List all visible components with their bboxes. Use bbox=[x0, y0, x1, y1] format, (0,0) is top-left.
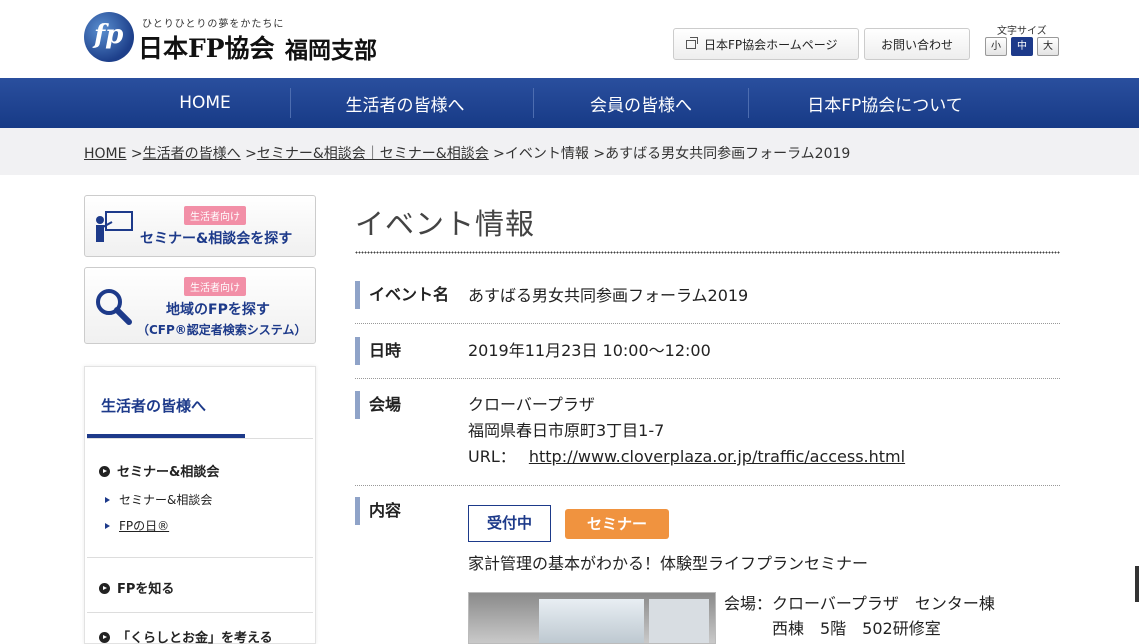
status-badge: 受付中 bbox=[468, 505, 551, 542]
sidebar-subitem-seminar[interactable]: セミナー&相談会 bbox=[105, 491, 212, 508]
date-label: 日時 bbox=[355, 337, 401, 365]
breadcrumb: HOME >生活者の皆様へ >セミナー&相談会｜セミナー&相談会 >イベント情報… bbox=[0, 128, 1139, 175]
venue-address: 福岡県春日市原町3丁目1-7 bbox=[468, 421, 665, 440]
triangle-arrow-icon bbox=[105, 497, 110, 503]
breadcrumb-home-link[interactable]: HOME bbox=[84, 146, 126, 162]
breadcrumb-event-info: イベント情報 bbox=[504, 146, 589, 162]
breadcrumb-separator: > bbox=[240, 146, 257, 162]
search-icon bbox=[96, 289, 132, 325]
nav-consumers[interactable]: 生活者の皆様へ bbox=[330, 78, 480, 128]
find-seminar-title: セミナー&相談会を探す bbox=[140, 231, 293, 247]
nav-members[interactable]: 会員の皆様へ bbox=[566, 78, 716, 128]
divider bbox=[87, 557, 313, 558]
breadcrumb-current: あすばる男女共同参画フォーラム2019 bbox=[605, 146, 851, 162]
venue-name: クローバープラザ bbox=[468, 395, 595, 414]
breadcrumb-separator: > bbox=[488, 146, 505, 162]
sidebar-menu: 生活者の皆様へ セミナー&相談会 セミナー&相談会 FPの日® FPを知る 「く… bbox=[84, 366, 316, 644]
nav-divider bbox=[533, 88, 534, 118]
font-size-label: 文字サイズ bbox=[997, 26, 1047, 37]
nav-about[interactable]: 日本FP協会について bbox=[780, 78, 990, 128]
page-title: イベント情報 bbox=[355, 207, 536, 241]
sidebar-item-label: FPを知る bbox=[117, 582, 175, 597]
divider bbox=[87, 612, 313, 613]
fp-association-home-button[interactable]: 日本FP協会ホームページ bbox=[673, 28, 859, 60]
event-name-value: あすばる男女共同参画フォーラム2019 bbox=[468, 286, 749, 305]
venue-photo bbox=[468, 592, 716, 644]
event-name-label: イベント名 bbox=[355, 281, 449, 309]
contact-button[interactable]: お問い合わせ bbox=[864, 28, 970, 60]
sidebar-item-seminar[interactable]: セミナー&相談会 bbox=[99, 461, 219, 480]
logo-branch-name[interactable]: 福岡支部 bbox=[285, 31, 377, 65]
external-link-icon bbox=[686, 36, 698, 49]
breadcrumb-separator: > bbox=[126, 146, 143, 162]
breadcrumb-seminar-link[interactable]: セミナー&相談会｜セミナー&相談会 bbox=[257, 146, 489, 162]
sidebar-subitem-label: セミナー&相談会 bbox=[119, 493, 213, 507]
sidebar-item-label: 「くらしとお金」を考える bbox=[117, 631, 273, 644]
scrollbar[interactable] bbox=[1135, 566, 1139, 602]
font-size-large-button[interactable]: 大 bbox=[1037, 37, 1059, 56]
venue-url-prefix: URL： bbox=[468, 447, 516, 466]
venue-label: 会場 bbox=[355, 391, 401, 419]
date-value: 2019年11月23日 10:00〜12:00 bbox=[468, 341, 711, 360]
nav-home[interactable]: HOME bbox=[150, 78, 260, 128]
sidebar-subitem-fpday[interactable]: FPの日® bbox=[105, 517, 169, 534]
triangle-arrow-icon bbox=[105, 523, 110, 529]
find-seminar-banner[interactable]: 生活者向け セミナー&相談会を探す bbox=[84, 195, 316, 257]
logo-org-name[interactable]: 日本FP協会 bbox=[138, 29, 275, 65]
content-title: 家計管理の基本がわかる！体験型ライフプランセミナー bbox=[468, 554, 869, 573]
find-fp-subtitle: （CFP®認定者検索システム） bbox=[137, 323, 307, 337]
sidebar-item-label: セミナー&相談会 bbox=[117, 465, 220, 480]
site-header: fp ひとりひとりの夢をかたちに 日本FP協会 福岡支部 日本FP協会ホームペー… bbox=[0, 0, 1139, 78]
breadcrumb-consumers-link[interactable]: 生活者の皆様へ bbox=[143, 146, 241, 162]
nav-divider bbox=[748, 88, 749, 118]
divider bbox=[355, 323, 1060, 324]
circle-arrow-icon bbox=[99, 583, 110, 594]
audience-tag: 生活者向け bbox=[184, 206, 246, 225]
breadcrumb-separator: > bbox=[588, 146, 606, 162]
sidebar-subitem-label: FPの日® bbox=[119, 519, 170, 533]
font-size-medium-button[interactable]: 中 bbox=[1011, 37, 1033, 56]
logo-icon[interactable]: fp bbox=[84, 12, 134, 62]
sidebar-item-life-money[interactable]: 「くらしとお金」を考える bbox=[99, 627, 273, 644]
global-nav: HOME 生活者の皆様へ 会員の皆様へ 日本FP協会について bbox=[0, 78, 1139, 128]
detail-room-line: 西棟 5階 502研修室 bbox=[724, 619, 941, 638]
circle-arrow-icon bbox=[99, 632, 110, 643]
find-fp-banner[interactable]: 生活者向け 地域のFPを探す （CFP®認定者検索システム） bbox=[84, 267, 316, 344]
title-divider bbox=[355, 251, 1060, 254]
venue-url-row: URL： http://www.cloverplaza.or.jp/traffi… bbox=[468, 444, 905, 469]
divider bbox=[355, 378, 1060, 379]
divider bbox=[355, 485, 1060, 486]
fp-association-home-label: 日本FP協会ホームページ bbox=[704, 37, 838, 52]
type-badge: セミナー bbox=[565, 509, 669, 539]
presenter-board-icon bbox=[96, 211, 133, 242]
divider bbox=[87, 438, 313, 439]
circle-arrow-icon bbox=[99, 466, 110, 477]
nav-divider bbox=[290, 88, 291, 118]
sidebar-item-know-fp[interactable]: FPを知る bbox=[99, 578, 174, 597]
contact-label: お問い合わせ bbox=[880, 37, 953, 52]
find-fp-title: 地域のFPを探す bbox=[166, 302, 270, 318]
detail-venue-line: 会場：クローバープラザ センター棟 bbox=[724, 594, 995, 613]
content-label: 内容 bbox=[355, 497, 401, 525]
venue-url-link[interactable]: http://www.cloverplaza.or.jp/traffic/acc… bbox=[529, 447, 905, 466]
photo-window bbox=[649, 599, 709, 643]
sidebar-menu-heading[interactable]: 生活者の皆様へ bbox=[101, 395, 206, 416]
logo-tagline: ひとりひとりの夢をかたちに bbox=[142, 19, 285, 30]
audience-tag: 生活者向け bbox=[184, 277, 246, 296]
photo-window bbox=[539, 599, 644, 643]
font-size-small-button[interactable]: 小 bbox=[985, 37, 1007, 56]
